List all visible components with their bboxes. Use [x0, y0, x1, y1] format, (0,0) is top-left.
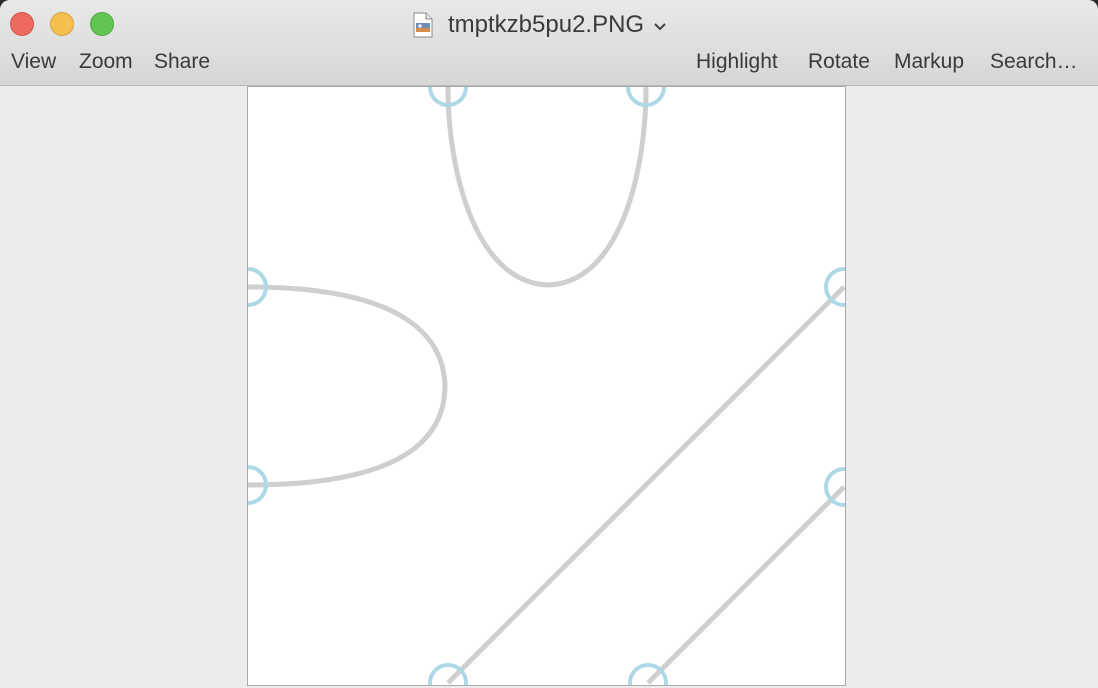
- search-field[interactable]: Search…: [990, 50, 1078, 74]
- highlight-button[interactable]: Highlight: [696, 50, 778, 74]
- curve-group: [248, 87, 845, 685]
- image-canvas: [248, 87, 845, 685]
- zoom-button[interactable]: [90, 12, 114, 36]
- close-button[interactable]: [10, 12, 34, 36]
- markup-button[interactable]: Markup: [894, 50, 964, 74]
- view-menu-button[interactable]: View: [11, 50, 56, 74]
- rotate-button[interactable]: Rotate: [808, 50, 870, 74]
- window-title-area[interactable]: tmptkzb5pu2.PNG: [412, 9, 667, 41]
- image-page: [247, 86, 846, 686]
- title-bar[interactable]: tmptkzb5pu2.PNG View Zoom Share Highligh…: [0, 0, 1098, 86]
- long-diagonal-line: [446, 285, 845, 685]
- minimize-button[interactable]: [50, 12, 74, 36]
- top-loop-curve: [445, 87, 649, 288]
- preview-window: tmptkzb5pu2.PNG View Zoom Share Highligh…: [0, 0, 1098, 688]
- window-title: tmptkzb5pu2.PNG: [448, 11, 645, 38]
- left-loop-curve: [248, 284, 448, 488]
- document-viewport[interactable]: [0, 86, 1098, 688]
- png-file-icon: [413, 12, 433, 38]
- chevron-down-icon[interactable]: [653, 22, 667, 32]
- short-diagonal-line: [646, 485, 845, 685]
- share-button[interactable]: Share: [154, 50, 210, 74]
- zoom-menu-button[interactable]: Zoom: [79, 50, 133, 74]
- port-circle-group: [248, 87, 845, 685]
